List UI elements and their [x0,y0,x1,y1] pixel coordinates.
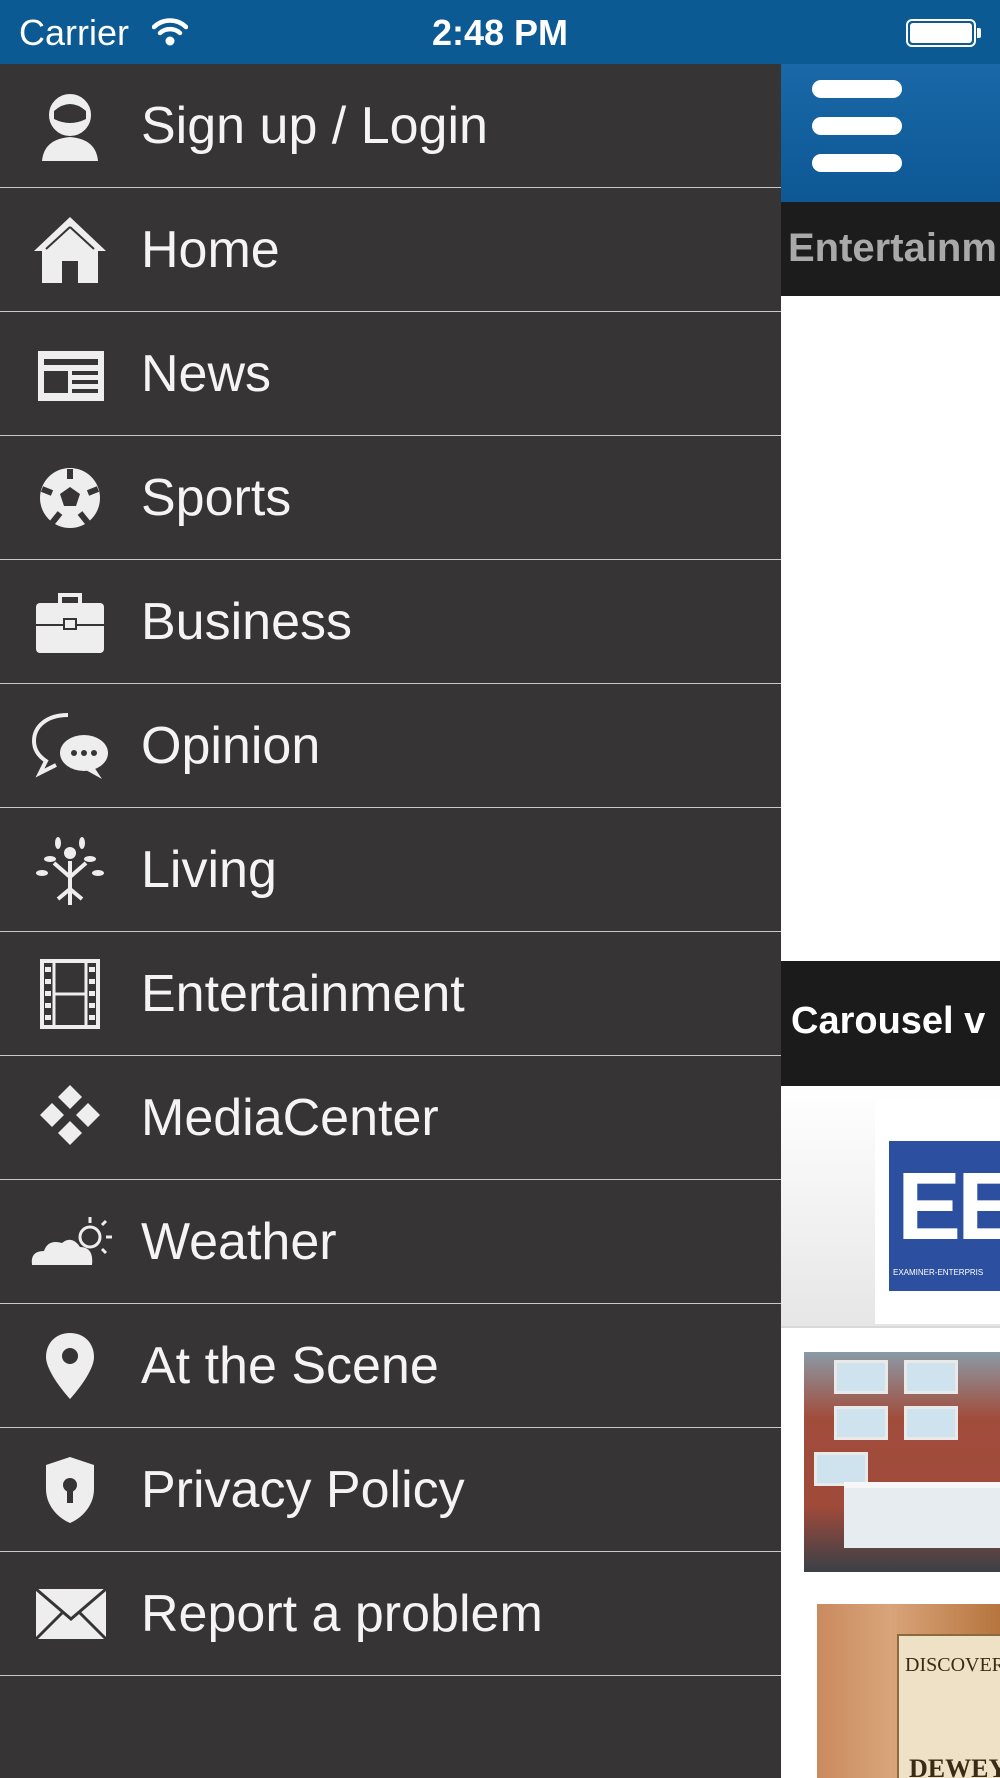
menu-item-label: Entertainment [141,965,465,1023]
menu-item-living[interactable]: Living [0,808,781,932]
logo-subtext: EXAMINER-ENTERPRIS [893,1268,984,1277]
examiner-enterprise-logo: EE EXAMINER-ENTERPRIS [875,1100,1000,1324]
menu-item-label: Business [141,593,352,651]
menu-item-opinion[interactable]: Opinion [0,684,781,808]
section-title: Entertainm [788,226,997,270]
main-content: Entertainm Carousel v EE EXAMINER-ENTERP… [780,64,1000,1778]
sign-text-bottom: DEWEY [909,1754,1000,1778]
home-icon [28,213,112,287]
carousel-title: Carousel v [791,1000,986,1042]
menu-item-label: Privacy Policy [141,1461,465,1519]
menu-item-business[interactable]: Business [0,560,781,684]
envelope-icon [28,1577,112,1651]
sign-text-top: DISCOVER [905,1654,1000,1676]
menu-item-weather[interactable]: Weather [0,1180,781,1304]
soccer-ball-icon [28,461,112,535]
menu-item-home[interactable]: Home [0,188,781,312]
building-photo[interactable] [804,1352,1000,1572]
menu-item-at-the-scene[interactable]: At the Scene [0,1304,781,1428]
newspaper-icon [28,337,112,411]
map-pin-icon [28,1329,112,1403]
tree-person-icon [28,833,112,907]
menu-item-label: News [141,345,272,403]
carousel-header: Carousel v [780,961,1000,1086]
menu-item-sign-up-login[interactable]: Sign up / Login [0,64,781,188]
menu-item-mediacenter[interactable]: MediaCenter [0,1056,781,1180]
menu-item-privacy-policy[interactable]: Privacy Policy [0,1428,781,1552]
menu-item-label: Opinion [141,717,321,775]
menu-item-sports[interactable]: Sports [0,436,781,560]
menu-item-label: Sign up / Login [141,97,488,155]
battery-icon [906,19,981,47]
briefcase-icon [28,585,112,659]
status-time: 2:48 PM [431,12,569,53]
cloud-sun-icon [28,1205,112,1279]
user-icon [28,89,112,163]
dewey-sign-photo[interactable]: DISCOVER DEWEY [817,1604,1000,1778]
menu-item-label: Sports [141,469,292,527]
menu-item-label: Living [141,841,277,899]
menu-item-label: MediaCenter [141,1089,439,1147]
menu-item-news[interactable]: News [0,312,781,436]
section-title-bar: Entertainm [780,202,1000,296]
diamond-grid-icon [28,1081,112,1155]
navigation-drawer: Sign up / Login Home News Sports Busines… [0,64,781,1778]
film-strip-icon [28,957,112,1031]
status-bar: Carrier 2:48 PM [0,0,1000,64]
carousel-item[interactable]: EE EXAMINER-ENTERPRIS [780,1086,1000,1328]
menu-item-entertainment[interactable]: Entertainment [0,932,781,1056]
app-header [780,64,1000,202]
menu-item-report-a-problem[interactable]: Report a problem [0,1552,781,1676]
hamburger-menu-icon[interactable] [812,80,902,172]
shield-lock-icon [28,1453,112,1527]
menu-item-label: At the Scene [141,1337,439,1395]
menu-item-label: Home [141,221,280,279]
logo-text: EE [897,1153,1000,1260]
chat-bubbles-icon [28,709,112,783]
menu-item-label: Weather [141,1213,337,1271]
menu-item-label: Report a problem [141,1585,543,1643]
